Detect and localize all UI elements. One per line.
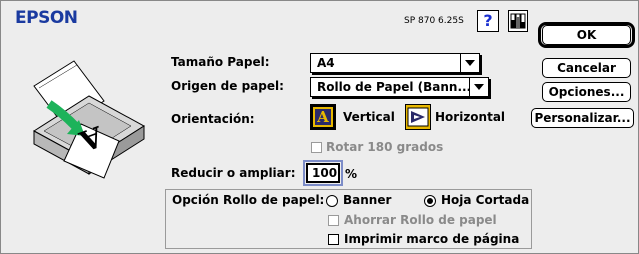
scale-label: Reducir o ampliar: [171,166,296,180]
orientation-vertical-label[interactable]: Vertical [343,110,395,124]
rotate-180-checkbox[interactable] [311,142,322,153]
epson-logo: EPSON [15,8,78,28]
help-button[interactable]: ? [477,10,499,32]
banner-label[interactable]: Banner [343,193,391,207]
customize-button[interactable]: Personalizar... [531,108,634,128]
orientation-label: Orientación: [171,112,255,126]
paper-source-value: Rollo de Papel (Bann... [317,80,472,94]
paper-source-select[interactable]: Rollo de Papel (Bann... [310,77,489,97]
ok-button[interactable]: OK [542,25,631,45]
paper-size-label: Tamaño Papel: [171,55,270,69]
orientation-vertical-icon[interactable]: A [310,104,336,130]
options-button[interactable]: Opciones... [542,82,631,102]
paper-size-value: A4 [317,56,335,70]
roll-option-label: Opción Rollo de papel: [172,193,325,207]
save-roll-checkbox[interactable] [328,215,339,226]
chevron-down-icon [460,54,479,72]
orientation-horizontal-label[interactable]: Horizontal [435,110,505,124]
orientation-horizontal-icon[interactable] [405,104,431,130]
scale-unit: % [345,167,358,181]
paper-source-label: Origen de papel: [171,79,284,93]
cut-sheet-label[interactable]: Hoja Cortada [441,193,529,207]
scale-input[interactable]: 100 [303,160,343,186]
page-setup-dialog: EPSON SP 870 6.25S ? OK Cancelar Opcione… [0,0,639,254]
cut-sheet-radio[interactable] [424,195,436,207]
driver-version: SP 870 6.25S [404,16,464,26]
banner-radio[interactable] [326,195,338,207]
print-frame-label[interactable]: Imprimir marco de página [344,232,519,246]
cancel-button[interactable]: Cancelar [542,58,631,78]
rotate-180-label: Rotar 180 grados [326,140,444,154]
paper-size-select[interactable]: A4 [310,53,480,73]
save-roll-label: Ahorrar Rollo de papel [344,213,497,227]
print-frame-checkbox[interactable] [328,234,339,245]
chevron-down-icon [469,78,488,96]
ink-levels-icon[interactable] [508,10,528,32]
vertical-letter: A [315,109,331,125]
printer-preview [19,46,154,181]
